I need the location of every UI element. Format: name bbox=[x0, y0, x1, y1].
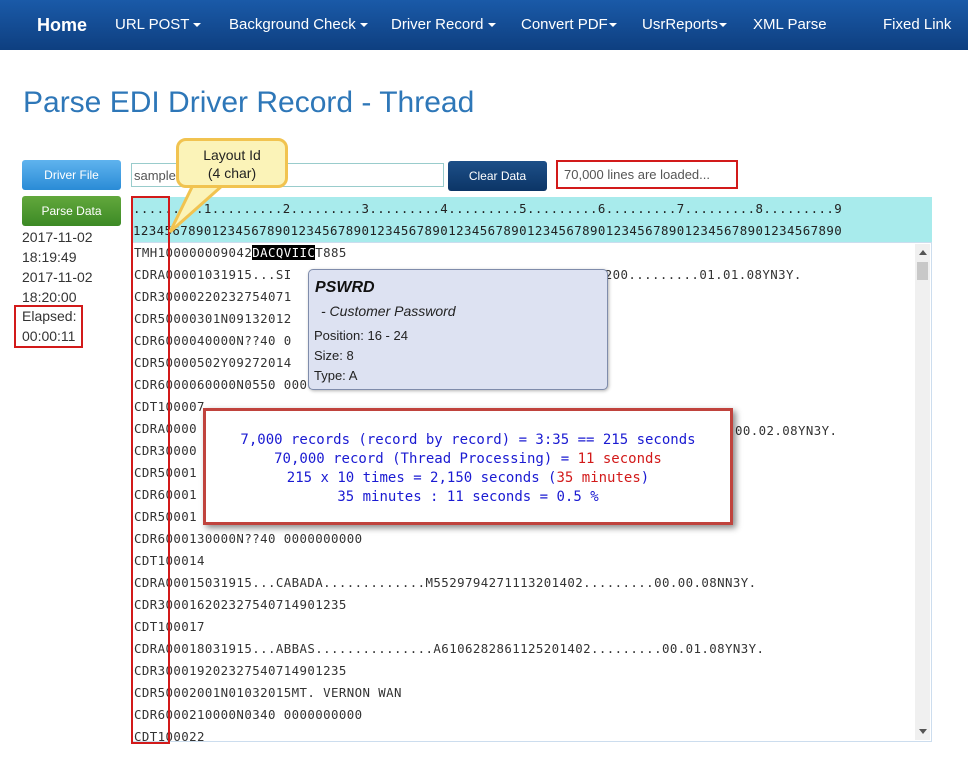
top-navbar: Home URL POST Background Check Driver Re… bbox=[0, 0, 968, 50]
layout-id-callout: Layout Id (4 char) bbox=[176, 138, 288, 188]
vertical-scrollbar[interactable] bbox=[915, 244, 930, 740]
note-emphasis: 35 minutes bbox=[556, 470, 641, 486]
nav-label: Convert PDF bbox=[521, 16, 608, 33]
tooltip-field-name: PSWRD bbox=[315, 279, 375, 296]
lines-loaded-status: 70,000 lines are loaded... bbox=[556, 160, 738, 189]
parse-data-button[interactable]: Parse Data bbox=[22, 196, 121, 226]
ruler-tens: .........1.........2.........3.........4… bbox=[133, 201, 843, 216]
tooltip-field-description: - Customer Password bbox=[321, 303, 456, 319]
caret-down-icon bbox=[718, 23, 727, 28]
note-emphasis: 11 seconds bbox=[577, 451, 662, 467]
field-tooltip: PSWRD - Customer Password Position: 16 -… bbox=[308, 269, 608, 390]
nav-convert-pdf[interactable]: Convert PDF bbox=[521, 0, 617, 50]
nav-url-post[interactable]: URL POST bbox=[115, 0, 202, 50]
tooltip-type: Type: A bbox=[314, 368, 358, 383]
note-text: 215 x 10 times = 2,150 seconds ( bbox=[286, 470, 557, 486]
scroll-thumb[interactable] bbox=[917, 262, 928, 280]
driver-file-button[interactable]: Driver File bbox=[22, 160, 121, 190]
page-title: Parse EDI Driver Record - Thread bbox=[23, 86, 475, 119]
caret-down-icon bbox=[608, 23, 617, 28]
start-date: 2017-11-02 bbox=[22, 229, 93, 245]
note-text: ) bbox=[640, 470, 650, 486]
record-text: T885 bbox=[315, 245, 347, 260]
note-line-4: 35 minutes : 11 seconds = 0.5 % bbox=[337, 489, 599, 505]
end-time: 18:20:00 bbox=[22, 289, 77, 305]
record-text: CDRA00015031915...CABADA.............M55… bbox=[134, 575, 757, 590]
record-line: CDRA00015031915...CABADA.............M55… bbox=[134, 575, 757, 590]
record-fragment: 00.02.08YN3Y. bbox=[735, 423, 838, 438]
note-text: 70,000 record (Thread Processing) = bbox=[274, 451, 578, 467]
record-text: 35 bbox=[331, 663, 347, 678]
caret-down-icon bbox=[193, 23, 202, 28]
callout-line2: (4 char) bbox=[207, 165, 257, 181]
ruler-units: 1234567890123456789012345678901234567890… bbox=[133, 223, 843, 238]
tooltip-size: Size: 8 bbox=[314, 348, 354, 363]
nav-xml-parse[interactable]: XML Parse bbox=[753, 0, 827, 50]
selected-field-text: DACQVIIC bbox=[252, 245, 316, 260]
nav-usr-reports[interactable]: UsrReports bbox=[642, 0, 727, 50]
record-line: CDR50002001N01032015MT. VERNON WAN bbox=[134, 685, 402, 700]
elapsed-highlight-box bbox=[14, 305, 83, 348]
nav-label: URL POST bbox=[115, 16, 190, 33]
note-line-3: 215 x 10 times = 2,150 seconds (35 minut… bbox=[206, 470, 730, 486]
tooltip-position: Position: 16 - 24 bbox=[314, 328, 408, 343]
record-text: CDRA00018031915...ABBAS...............A6… bbox=[134, 641, 765, 656]
clear-data-button[interactable]: Clear Data bbox=[448, 161, 547, 191]
nav-background-check[interactable]: Background Check bbox=[229, 0, 368, 50]
nav-home[interactable]: Home bbox=[37, 0, 87, 50]
nav-label: UsrReports bbox=[642, 16, 718, 33]
nav-label: Driver Record bbox=[391, 16, 484, 33]
scroll-down-arrow-icon[interactable] bbox=[919, 729, 927, 734]
nav-driver-record[interactable]: Driver Record bbox=[391, 0, 496, 50]
record-line: CDRA00018031915...ABBAS...............A6… bbox=[134, 641, 764, 656]
nav-fixed-link[interactable]: Fixed Link bbox=[883, 0, 951, 50]
start-time: 18:19:49 bbox=[22, 249, 77, 265]
layout-id-column-highlight bbox=[131, 196, 170, 744]
selected-field-text: 5 bbox=[338, 597, 347, 612]
note-line-2: 70,000 record (Thread Processing) = 11 s… bbox=[206, 451, 730, 467]
caret-down-icon bbox=[359, 23, 368, 28]
callout-line1: Layout Id bbox=[203, 147, 261, 163]
note-line-1: 7,000 records (record by record) = 3:35 … bbox=[240, 432, 696, 448]
record-text: CDR50002001N01032015MT. VERNON WAN bbox=[134, 685, 402, 700]
end-date: 2017-11-02 bbox=[22, 269, 93, 285]
scroll-up-arrow-icon[interactable] bbox=[919, 250, 927, 255]
caret-down-icon bbox=[487, 23, 496, 28]
column-ruler: .........1.........2.........3.........4… bbox=[131, 197, 932, 242]
record-fragment: 01200.........01.01.08YN3Y. bbox=[589, 267, 802, 282]
performance-note: 7,000 records (record by record) = 3:35 … bbox=[203, 408, 733, 525]
nav-label: Background Check bbox=[229, 16, 356, 33]
